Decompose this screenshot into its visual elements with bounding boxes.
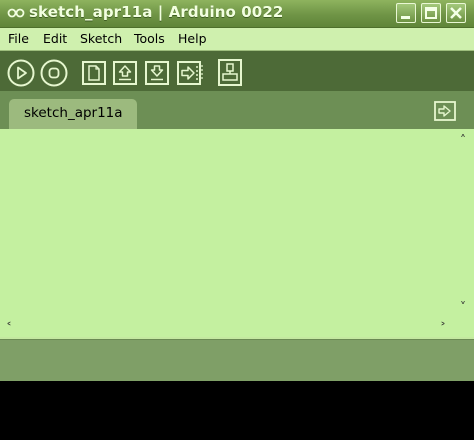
maximize-button[interactable] — [421, 3, 441, 23]
scroll-left-icon[interactable]: ˂ — [6, 322, 12, 334]
stop-button[interactable] — [40, 59, 68, 87]
stop-icon — [40, 59, 68, 87]
arduino-logo-icon — [7, 8, 25, 18]
serial-monitor-button[interactable] — [218, 59, 242, 86]
run-button[interactable] — [7, 59, 35, 87]
tab-menu-button[interactable] — [434, 101, 456, 121]
window-title: sketch_apr11a | Arduino 0022 — [29, 3, 284, 21]
toolbar — [0, 51, 474, 91]
menu-edit[interactable]: Edit — [43, 31, 67, 46]
save-button[interactable] — [145, 61, 169, 85]
scroll-up-icon[interactable]: ˄ — [460, 134, 466, 146]
horizontal-scrollbar[interactable]: ˂ ˃ — [0, 319, 456, 337]
scroll-right-icon[interactable]: ˃ — [440, 322, 446, 334]
new-button[interactable] — [82, 61, 106, 85]
tab-strip: sketch_apr11a — [0, 91, 474, 129]
menu-file[interactable]: File — [8, 31, 29, 46]
maximize-icon — [425, 7, 437, 19]
upload-button[interactable] — [177, 61, 205, 85]
status-bar — [0, 339, 474, 382]
vertical-scrollbar[interactable]: ˄ ˅ — [456, 129, 474, 319]
run-icon — [7, 59, 35, 87]
minimize-icon — [401, 16, 410, 19]
menu-sketch[interactable]: Sketch — [80, 31, 122, 46]
tab-sketch[interactable]: sketch_apr11a — [9, 99, 137, 129]
arduino-window: sketch_apr11a | Arduino 0022 File Edit S… — [0, 0, 474, 440]
title-bar[interactable]: sketch_apr11a | Arduino 0022 — [0, 0, 474, 28]
close-icon — [450, 7, 462, 19]
menu-help[interactable]: Help — [178, 31, 207, 46]
console-output — [0, 381, 474, 440]
new-icon — [82, 61, 106, 85]
close-button[interactable] — [446, 3, 466, 23]
serial-monitor-icon — [218, 59, 242, 86]
scrollbar-corner — [456, 319, 474, 337]
minimize-button[interactable] — [396, 3, 416, 23]
save-icon — [145, 61, 169, 85]
upload-icon — [177, 61, 203, 85]
open-button[interactable] — [113, 61, 137, 85]
menu-bar: File Edit Sketch Tools Help — [0, 28, 474, 51]
tab-label: sketch_apr11a — [24, 105, 123, 121]
code-editor[interactable] — [0, 129, 456, 319]
scroll-down-icon[interactable]: ˅ — [460, 301, 466, 313]
menu-tools[interactable]: Tools — [134, 31, 165, 46]
tab-menu-arrow-icon — [434, 101, 456, 121]
open-icon — [113, 61, 137, 85]
